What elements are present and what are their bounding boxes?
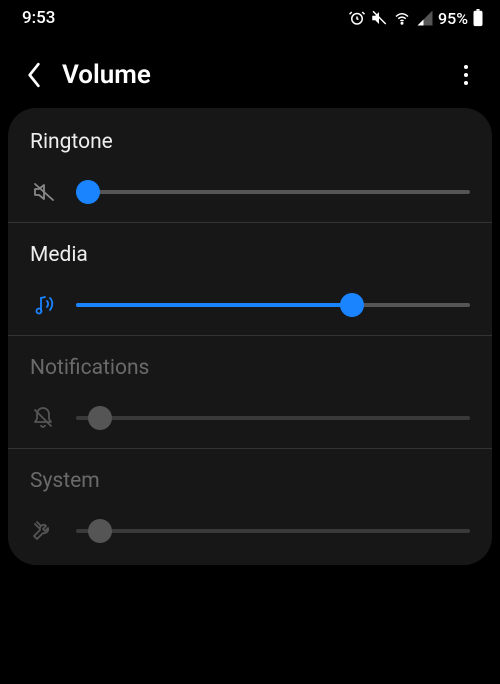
system-slider xyxy=(76,519,470,543)
ringtone-slider-thumb[interactable] xyxy=(76,180,100,204)
page-title: Volume xyxy=(62,60,452,90)
ringtone-section: Ringtone xyxy=(8,130,492,223)
notifications-label: Notifications xyxy=(30,356,470,380)
tools-icon xyxy=(30,519,56,543)
battery-icon xyxy=(472,9,484,27)
system-slider-thumb xyxy=(88,519,112,543)
media-slider-thumb[interactable] xyxy=(340,293,364,317)
header: Volume xyxy=(0,32,500,108)
wifi-icon xyxy=(392,9,412,27)
media-section: Media xyxy=(8,223,492,336)
media-label: Media xyxy=(30,243,470,267)
chevron-left-icon xyxy=(26,62,42,88)
system-label: System xyxy=(30,469,470,493)
more-button[interactable] xyxy=(452,61,480,89)
notifications-section: Notifications xyxy=(8,336,492,449)
notifications-slider xyxy=(76,406,470,430)
signal-icon xyxy=(416,9,434,27)
status-icons: 95% xyxy=(348,9,484,28)
notifications-slider-thumb xyxy=(88,406,112,430)
music-note-icon xyxy=(30,293,58,317)
alarm-icon xyxy=(348,9,366,27)
mute-icon xyxy=(370,9,388,27)
speaker-mute-icon xyxy=(30,180,58,204)
volume-panel: Ringtone Media Notifications xyxy=(8,108,492,565)
battery-text: 95% xyxy=(438,9,468,28)
status-time: 9:53 xyxy=(22,8,55,28)
bell-mute-icon xyxy=(30,406,56,430)
status-bar: 9:53 95% xyxy=(0,0,500,32)
ringtone-slider[interactable] xyxy=(76,180,470,204)
media-slider[interactable] xyxy=(76,293,470,317)
system-section: System xyxy=(8,449,492,561)
back-button[interactable] xyxy=(20,61,48,89)
more-icon xyxy=(464,65,468,69)
ringtone-label: Ringtone xyxy=(30,130,470,154)
